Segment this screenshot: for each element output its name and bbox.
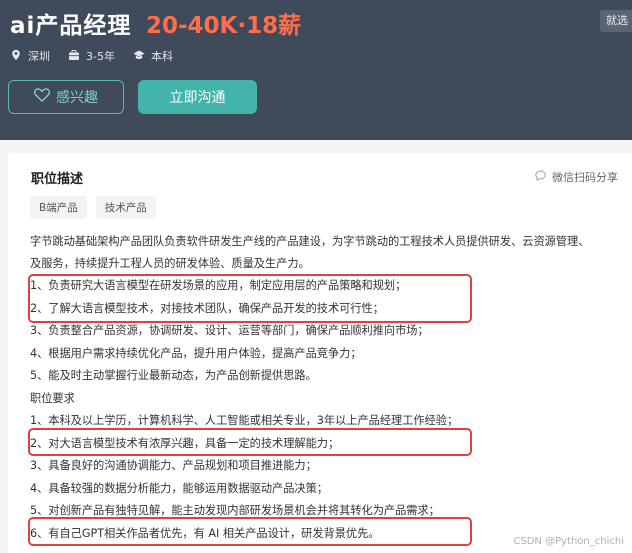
education-label: 本科 [150,50,173,63]
tag-b2b-product: B端产品 [30,196,87,219]
requirement-item: 5、对创新产品有独特见解，能主动发现内部研发场景机会并将其转化为产品需求； [30,504,440,517]
duty-item: 5、能及时主动掌握行业最新动态，为产品创新提供思路。 [30,369,317,382]
duty-item: 2、了解大语言模型技术，对接技术团队，确保产品开发的技术可行性； [30,301,384,315]
chat-bubble-icon [535,170,546,184]
job-header: ai产品经理 20-40K·18薪 就选 深圳 3-5年 本科 感兴趣 立即沟通 [0,0,632,140]
intro-line: 及服务，持续提升工程人员的研发体验、质量及生产力。 [30,257,310,270]
job-meta: 深圳 3-5年 本科 [10,48,173,64]
graduation-cap-icon [133,49,145,64]
city-label: 深圳 [28,50,50,63]
wechat-share-link[interactable]: 微信扫码分享 [535,169,618,185]
requirement-item: 4、具备较强的数据分析能力，能够运用数据驱动产品决策； [30,481,328,495]
status-badge: 就选 [600,10,632,32]
requirement-item: 1、本科及以上学历，计算机科学、人工智能或相关专业，3年以上产品经理工作经验； [30,414,459,427]
requirements-title: 职位要求 [30,391,75,405]
duty-item: 3、负责整合产品资源，协调研发、设计、运营等部门，确保产品顺利推向市场； [30,324,429,337]
interest-button[interactable]: 感兴趣 [8,80,124,114]
requirement-item: 2、对大语言模型技术有浓厚兴趣，具备一定的技术理解能力； [30,436,340,450]
location-pin-icon [10,49,22,64]
chat-now-button[interactable]: 立即沟通 [138,80,257,114]
duty-item: 4、根据用户需求持续优化产品，提升用户体验，提高产品竞争力； [30,346,362,360]
intro-line: 字节跳动基础架构产品团队负责软件研发生产线的产品建设，为字节跳动的工程技术人员提… [30,235,590,248]
heart-icon [33,88,51,106]
salary: 20-40K·18薪 [146,13,302,39]
job-description-card: 职位描述 微信扫码分享 B端产品 技术产品 字节跳动基础架构产品团队负责软件研发… [8,153,632,553]
watermark: CSDN @Python_chichi [513,536,624,547]
interest-label: 感兴趣 [56,90,98,106]
share-label: 微信扫码分享 [552,171,618,184]
briefcase-icon [68,49,80,64]
section-title: 职位描述 [31,172,84,187]
meta-city: 深圳 [10,48,50,64]
meta-experience: 3-5年 [68,48,115,64]
tag-list: B端产品 技术产品 [30,196,156,219]
duty-item: 1、负责研究大语言模型在研发场景的应用，制定应用层的产品策略和规划； [30,279,407,292]
meta-education: 本科 [133,48,173,64]
requirement-item: 3、具备良好的沟通协调能力、产品规划和项目推进能力； [30,459,317,472]
tag-tech-product: 技术产品 [95,196,156,219]
description-body: 字节跳动基础架构产品团队负责软件研发生产线的产品建设，为字节跳动的工程技术人员提… [30,231,628,545]
experience-label: 3-5年 [86,50,115,63]
job-title: ai产品经理 [10,13,132,39]
